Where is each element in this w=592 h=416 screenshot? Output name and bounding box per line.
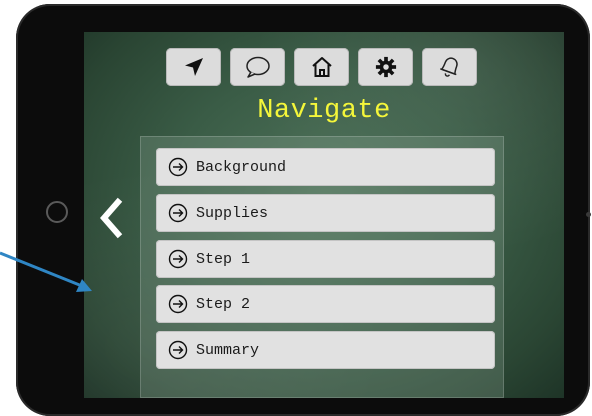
toolbar xyxy=(166,48,477,86)
menu-item-supplies[interactable]: Supplies xyxy=(156,194,495,232)
chat-button[interactable] xyxy=(230,48,285,86)
circle-arrow-right-icon xyxy=(168,340,188,360)
menu-item-label: Step 1 xyxy=(196,250,251,268)
bell-icon xyxy=(439,57,458,77)
menu-item-label: Background xyxy=(196,158,287,176)
menu-item-summary[interactable]: Summary xyxy=(156,331,495,369)
gear-icon xyxy=(375,56,396,78)
tablet-frame: Navigate Background Supplies Step 1 Step… xyxy=(16,4,591,416)
menu-item-background[interactable]: Background xyxy=(156,148,495,186)
page-title: Navigate xyxy=(257,96,391,126)
menu-item-label: Summary xyxy=(196,341,260,359)
app-screen: Navigate Background Supplies Step 1 Step… xyxy=(84,32,564,398)
menu-item-label: Supplies xyxy=(196,204,269,222)
settings-button[interactable] xyxy=(358,48,413,86)
location-button[interactable] xyxy=(166,48,221,86)
notifications-button[interactable] xyxy=(422,48,477,86)
back-chevron-icon[interactable] xyxy=(94,194,126,242)
home-nav-button[interactable] xyxy=(294,48,349,86)
circle-arrow-right-icon xyxy=(168,157,188,177)
camera-sensor xyxy=(586,212,591,217)
menu-item-step-2[interactable]: Step 2 xyxy=(156,285,495,323)
location-arrow-icon xyxy=(184,58,203,76)
speech-bubble-icon xyxy=(245,56,270,78)
circle-arrow-right-icon xyxy=(168,203,188,223)
home-button[interactable] xyxy=(46,201,68,223)
circle-arrow-right-icon xyxy=(168,294,188,314)
home-icon xyxy=(311,57,332,77)
menu-item-label: Step 2 xyxy=(196,295,251,313)
menu-item-step-1[interactable]: Step 1 xyxy=(156,240,495,278)
circle-arrow-right-icon xyxy=(168,249,188,269)
